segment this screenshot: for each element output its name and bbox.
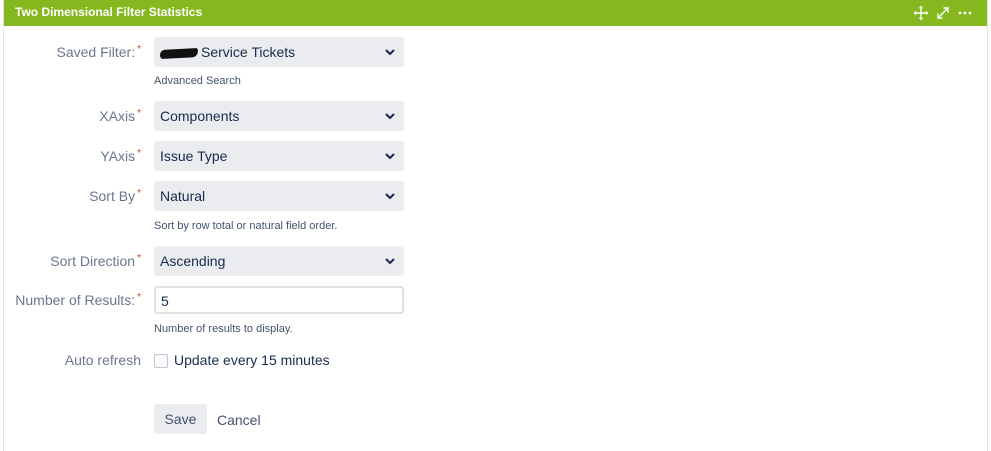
redacted-mark (159, 47, 199, 59)
num-results-value: 5 (161, 293, 169, 309)
saved-filter-select[interactable]: Service Tickets (154, 37, 404, 67)
xaxis-value: Components (160, 108, 240, 124)
auto-refresh-label: Auto refresh (64, 352, 141, 368)
sort-by-value: Natural (160, 188, 206, 204)
yaxis-value: Issue Type (160, 148, 228, 164)
yaxis-label: YAxis * (100, 148, 141, 164)
gadget-container: Two Dimensional Filter Statistics Saved … (3, 0, 988, 451)
chevron-down-icon (385, 153, 395, 160)
sort-by-label: Sort By * (89, 188, 141, 204)
sort-direction-label: Sort Direction * (50, 253, 141, 269)
auto-refresh-checkbox-label[interactable]: Update every 15 minutes (174, 352, 330, 368)
auto-refresh-checkbox[interactable] (154, 354, 168, 368)
yaxis-select[interactable]: Issue Type (154, 141, 404, 171)
more-icon[interactable] (957, 5, 973, 21)
sort-by-help: Sort by row total or natural field order… (154, 220, 338, 232)
xaxis-select[interactable]: Components (154, 101, 404, 131)
advanced-search-link[interactable]: Advanced Search (154, 75, 241, 87)
chevron-down-icon (385, 113, 395, 120)
move-icon[interactable] (913, 5, 929, 21)
chevron-down-icon (385, 49, 395, 56)
sort-by-select[interactable]: Natural (154, 181, 404, 211)
xaxis-label: XAxis * (99, 108, 141, 124)
sort-direction-value: Ascending (160, 253, 226, 269)
saved-filter-value: Service Tickets (159, 44, 295, 60)
gadget-header: Two Dimensional Filter Statistics (4, 0, 987, 26)
chevron-down-icon (385, 193, 395, 200)
num-results-label: Number of Results: * (15, 292, 141, 308)
cancel-button[interactable]: Cancel (217, 405, 261, 435)
num-results-input[interactable]: 5 (154, 286, 404, 314)
chevron-down-icon (385, 258, 395, 265)
gadget-title: Two Dimensional Filter Statistics (15, 5, 203, 19)
header-icons (913, 4, 973, 22)
save-button[interactable]: Save (154, 404, 207, 434)
sort-direction-select[interactable]: Ascending (154, 246, 404, 276)
num-results-help: Number of results to display. (154, 323, 293, 335)
saved-filter-label: Saved Filter: * (56, 44, 142, 60)
expand-icon[interactable] (935, 5, 951, 21)
